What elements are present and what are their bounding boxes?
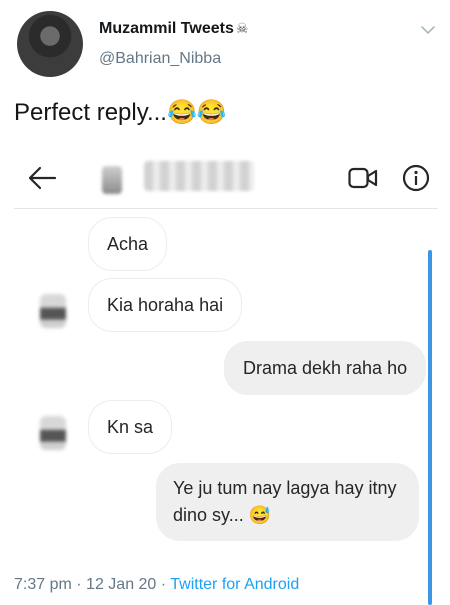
- meta-separator: ·: [160, 576, 171, 593]
- tweet-meta: 7:37 pm · 12 Jan 20 · Twitter for Androi…: [14, 576, 299, 594]
- message-text: Kia horaha hai: [107, 295, 224, 315]
- skull-icon: ☠: [235, 20, 249, 36]
- message-text: Drama dekh raha ho: [243, 358, 408, 378]
- message-text-line: dino sy... 😅: [173, 505, 272, 525]
- tweet-text: Perfect reply...😂😂: [14, 99, 227, 126]
- message-text: Kn sa: [107, 417, 154, 437]
- author-handle[interactable]: @Bahrian_Nibba: [99, 50, 221, 68]
- message-sent[interactable]: Ye ju tum nay lagya hay itny dino sy... …: [156, 463, 420, 541]
- message-received[interactable]: Kia horaha hai: [88, 278, 243, 332]
- sender-avatar: [40, 294, 66, 328]
- scrollbar[interactable]: [428, 250, 432, 605]
- tweet-time[interactable]: 7:37 pm: [14, 576, 72, 593]
- contact-name-redacted[interactable]: [144, 161, 254, 191]
- dm-header: [14, 150, 438, 209]
- chevron-down-icon[interactable]: [420, 22, 436, 38]
- tweet-date[interactable]: 12 Jan 20: [86, 576, 156, 593]
- meta-separator: ·: [76, 576, 87, 593]
- contact-avatar[interactable]: [102, 166, 122, 194]
- message-text: Acha: [107, 234, 149, 254]
- author-avatar[interactable]: [17, 11, 83, 77]
- attached-screenshot[interactable]: Acha Kia horaha hai Drama dekh raha ho K…: [14, 150, 438, 554]
- info-icon[interactable]: [402, 164, 430, 192]
- author-name-text: Muzammil Tweets: [99, 20, 234, 37]
- sender-avatar: [40, 416, 66, 450]
- message-sent[interactable]: Drama dekh raha ho: [224, 341, 427, 395]
- back-arrow-icon[interactable]: [27, 164, 57, 192]
- author-name[interactable]: Muzammil Tweets ☠: [99, 20, 248, 38]
- message-text-line: Ye ju tum nay lagya hay itny: [173, 478, 397, 498]
- message-received[interactable]: Acha: [88, 217, 168, 271]
- tweet-source-link[interactable]: Twitter for Android: [170, 576, 299, 593]
- video-call-icon[interactable]: [348, 166, 378, 190]
- message-received[interactable]: Kn sa: [88, 400, 173, 454]
